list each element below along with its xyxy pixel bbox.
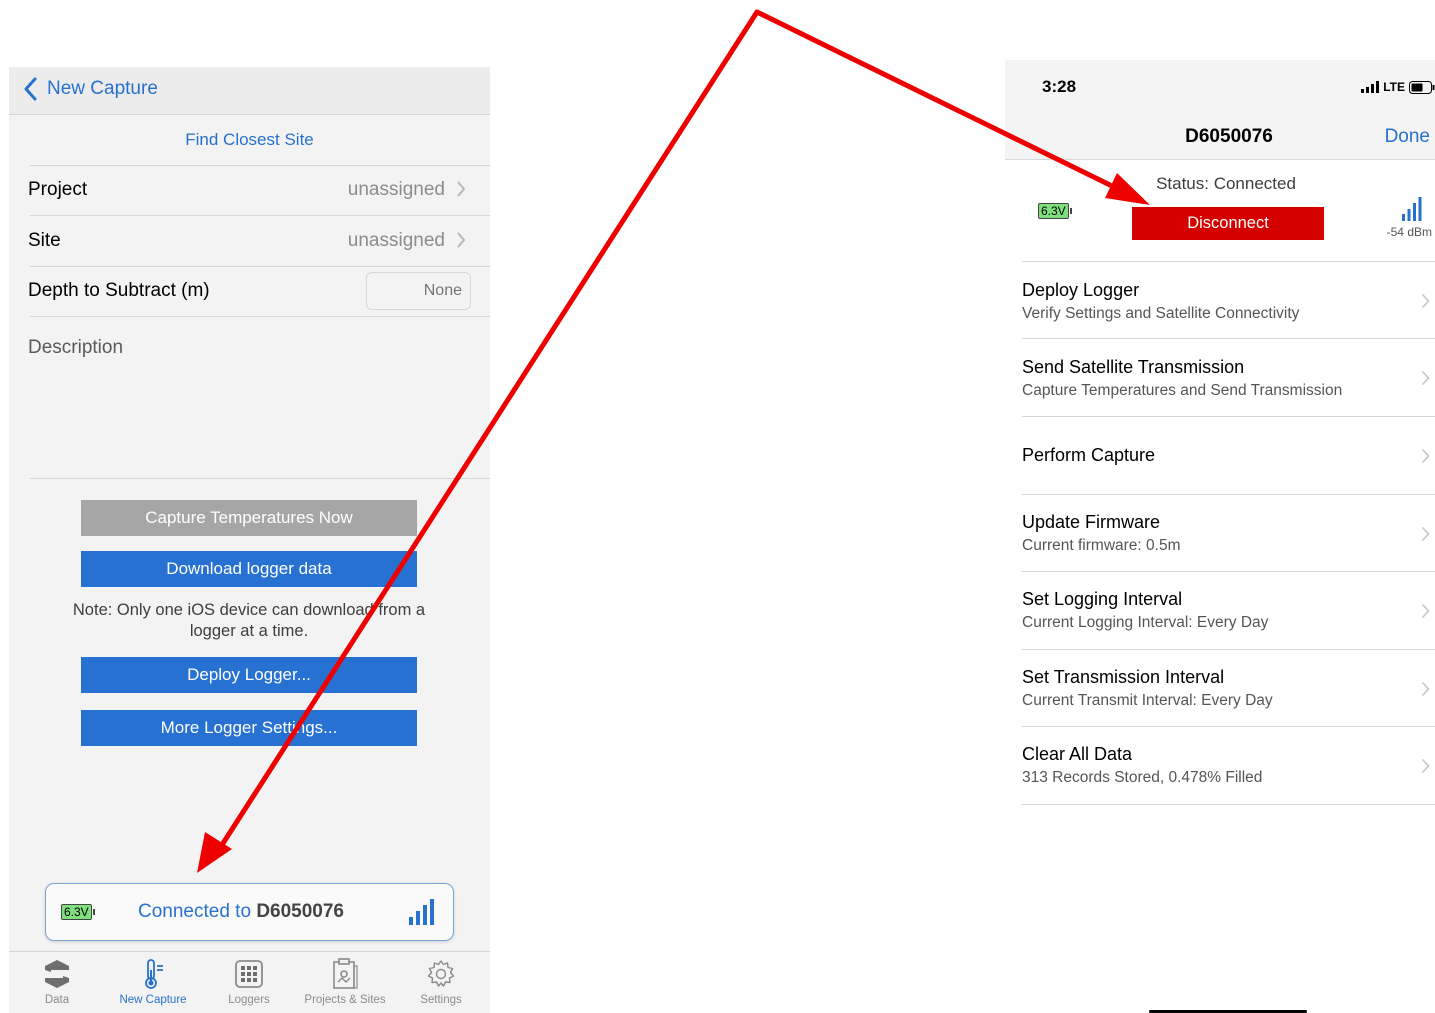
menu-perform-capture[interactable]: Perform Capture <box>1005 417 1435 494</box>
depth-row: Depth to Subtract (m) <box>9 266 490 316</box>
tab-loggers[interactable]: Loggers <box>201 958 297 1006</box>
tab-label: Loggers <box>228 994 270 1006</box>
menu-item-subtitle: 313 Records Stored, 0.478% Filled <box>1022 769 1263 786</box>
chevron-right-icon <box>1421 448 1430 464</box>
battery-nub <box>92 909 95 915</box>
chevron-right-icon <box>457 181 466 197</box>
done-button[interactable]: Done <box>1385 126 1430 148</box>
thermometer-icon <box>145 959 163 989</box>
battery-indicator: 6.3V <box>61 904 95 920</box>
menu-item-subtitle: Current Logging Interval: Every Day <box>1022 614 1269 631</box>
divider <box>1022 804 1435 805</box>
connected-word: Connected <box>138 901 230 922</box>
chevron-left-icon <box>24 77 37 101</box>
tab-label: Settings <box>420 994 462 1006</box>
menu-item-subtitle: Current firmware: 0.5m <box>1022 537 1181 554</box>
clipboard-map-icon <box>333 958 358 989</box>
connection-status-bar[interactable]: 6.3V Connected to D6050076 <box>45 883 454 941</box>
disconnect-button[interactable]: Disconnect <box>1132 207 1324 240</box>
status-bar-time: 3:28 <box>1042 77 1077 96</box>
site-label: Site <box>28 230 61 251</box>
tab-new-capture[interactable]: New Capture <box>105 958 201 1006</box>
left-phone-screen: New Capture Find Closest Site Project un… <box>9 67 490 1013</box>
menu-item-subtitle: Verify Settings and Satellite Connectivi… <box>1022 305 1300 322</box>
menu-set-transmission-interval[interactable]: Set Transmission Interval Current Transm… <box>1005 650 1435 727</box>
connection-status-text: Status: Connected <box>1156 174 1296 193</box>
chevron-right-icon <box>457 232 466 248</box>
menu-deploy-logger[interactable]: Deploy Logger Verify Settings and Satell… <box>1005 262 1435 339</box>
project-label: Project <box>28 179 88 200</box>
system-status-icons: LTE <box>1361 80 1435 94</box>
deploy-logger-button[interactable]: Deploy Logger... <box>81 657 417 693</box>
project-value: unassigned <box>347 179 445 200</box>
menu-item-title: Send Satellite Transmission <box>1022 357 1245 377</box>
tab-label: New Capture <box>119 994 187 1006</box>
signal-strength-icon <box>1402 197 1422 221</box>
menu-clear-all-data[interactable]: Clear All Data 313 Records Stored, 0.478… <box>1005 727 1435 804</box>
download-logger-data-button[interactable]: Download logger data <box>81 551 417 587</box>
signal-strength-icon <box>409 899 434 925</box>
menu-item-title: Set Transmission Interval <box>1022 667 1225 687</box>
divider <box>30 478 490 479</box>
gear-icon <box>427 960 455 987</box>
menu-item-title: Set Logging Interval <box>1022 589 1183 609</box>
menu-item-title: Update Firmware <box>1022 512 1161 532</box>
menu-item-subtitle: Current Transmit Interval: Every Day <box>1022 692 1273 709</box>
depth-label: Depth to Subtract (m) <box>28 280 210 301</box>
battery-nub <box>1069 208 1072 214</box>
menu-item-title: Deploy Logger <box>1022 280 1140 300</box>
find-closest-site-button[interactable]: Find Closest Site <box>9 115 490 165</box>
depth-input[interactable] <box>366 272 471 310</box>
back-button[interactable]: New Capture <box>23 77 158 101</box>
data-logo-icon <box>45 960 69 988</box>
site-value: unassigned <box>347 230 445 251</box>
divider <box>30 316 490 317</box>
grid-icon <box>235 960 263 988</box>
tab-projects-sites[interactable]: Projects & Sites <box>297 958 393 1006</box>
chevron-right-icon <box>1421 681 1430 697</box>
project-row[interactable]: Project unassigned <box>9 165 490 215</box>
right-phone-screen: 3:28 LTE D6050076 Done Status: Connected… <box>1005 60 1435 1013</box>
battery-icon <box>1409 80 1435 94</box>
to-word: to <box>229 901 257 922</box>
back-button-label: New Capture <box>47 78 158 99</box>
battery-voltage: 6.3V <box>61 904 92 920</box>
chevron-right-icon <box>1421 603 1430 619</box>
menu-send-satellite-transmission[interactable]: Send Satellite Transmission Capture Temp… <box>1005 339 1435 416</box>
tab-settings[interactable]: Settings <box>393 958 489 1006</box>
tab-label: Projects & Sites <box>304 994 386 1006</box>
signal-dbm: -54 dBm <box>1386 225 1432 239</box>
network-type: LTE <box>1383 80 1405 94</box>
cellular-signal-icon <box>1361 81 1380 93</box>
navigation-bar: New Capture <box>9 67 490 115</box>
battery-indicator: 6.3V <box>1038 203 1072 219</box>
chevron-right-icon <box>1421 370 1430 386</box>
menu-item-title: Perform Capture <box>1022 445 1156 465</box>
more-logger-settings-button[interactable]: More Logger Settings... <box>81 710 417 746</box>
tab-bar: Data New Capture Loggers Projects & Site… <box>9 951 490 1013</box>
description-label: Description <box>28 337 124 358</box>
chevron-right-icon <box>1421 293 1430 309</box>
tab-label: Data <box>44 994 70 1006</box>
chevron-right-icon <box>1421 526 1430 542</box>
site-row[interactable]: Site unassigned <box>9 216 490 266</box>
chevron-right-icon <box>1421 758 1430 774</box>
connection-text: Connected to D6050076 <box>138 901 344 923</box>
header: 3:28 LTE D6050076 Done <box>1005 60 1435 160</box>
capture-temperatures-button[interactable]: Capture Temperatures Now <box>81 500 417 536</box>
page-title: D6050076 <box>1185 126 1273 147</box>
menu-item-title: Clear All Data <box>1022 744 1133 764</box>
menu-item-subtitle: Capture Temperatures and Send Transmissi… <box>1022 382 1343 399</box>
download-note: Note: Only one iOS device can download f… <box>72 601 426 640</box>
tab-data[interactable]: Data <box>9 958 105 1006</box>
connected-device-name: D6050076 <box>256 901 345 922</box>
battery-voltage: 6.3V <box>1038 203 1069 219</box>
menu-set-logging-interval[interactable]: Set Logging Interval Current Logging Int… <box>1005 572 1435 649</box>
menu-update-firmware[interactable]: Update Firmware Current firmware: 0.5m <box>1005 495 1435 572</box>
